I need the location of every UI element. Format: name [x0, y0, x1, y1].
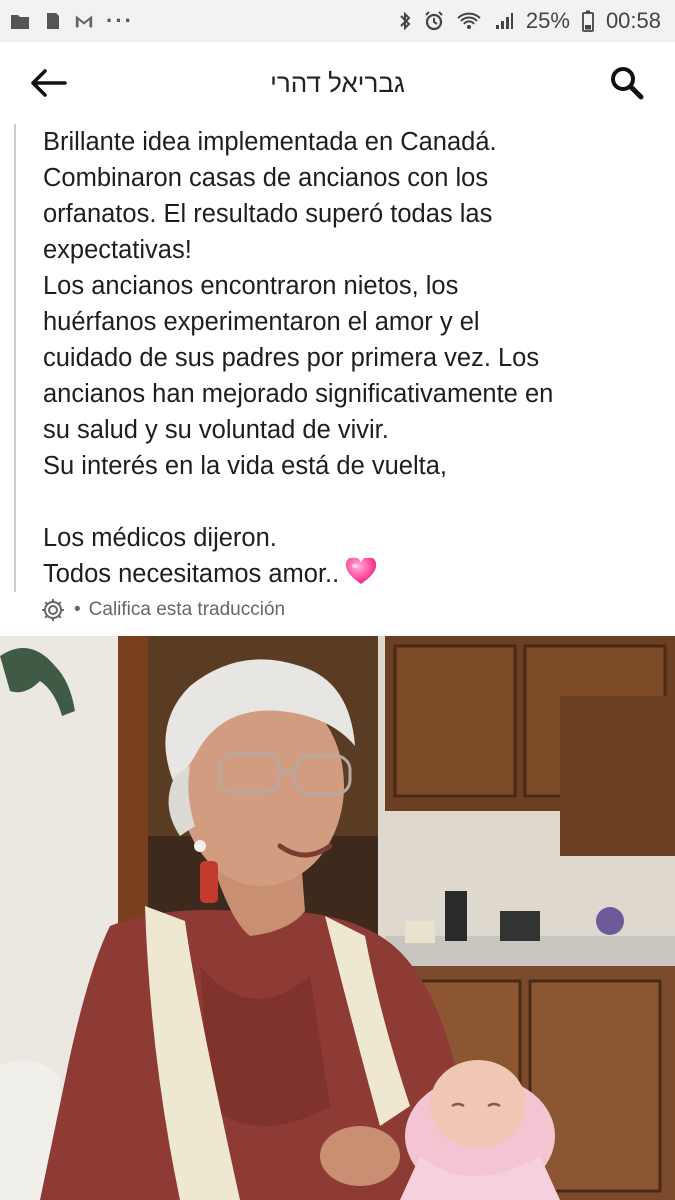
separator-dot: •: [74, 599, 81, 620]
pink-heart-emoji: [346, 558, 377, 584]
page-title: גבריאל דהרי: [270, 67, 405, 98]
sd-card-icon: [47, 13, 59, 29]
status-bar: ··· 25% 00:58: [0, 0, 675, 42]
rate-translation-link[interactable]: Califica esta traducción: [89, 599, 285, 621]
wifi-icon: [457, 12, 481, 29]
battery-icon: [582, 10, 594, 32]
battery-percent: 25%: [525, 8, 570, 33]
clock: 00:58: [605, 8, 661, 33]
status-bar-right: 25% 00:58: [398, 8, 661, 34]
arrow-left-icon: [31, 69, 67, 97]
signal-icon: [495, 13, 513, 29]
bluetooth-icon: [400, 11, 411, 31]
search-button[interactable]: [605, 61, 649, 105]
post-photo[interactable]: [0, 636, 675, 1200]
alarm-icon: [425, 11, 443, 31]
search-icon: [611, 67, 644, 100]
post-text-content: Brillante idea implementada en Canadá. C…: [43, 128, 554, 588]
top-app-bar: גבריאל דהרי: [0, 42, 675, 124]
post-text: Brillante idea implementada en Canadá. C…: [43, 124, 654, 592]
more-notifications-icon: ···: [106, 8, 134, 33]
translation-rating-row: • Califica esta traducción: [40, 597, 285, 623]
back-button[interactable]: [26, 61, 70, 105]
folder-icon: [11, 15, 29, 29]
gear-icon[interactable]: [40, 597, 66, 623]
status-bar-left: ···: [10, 8, 134, 34]
gmail-icon: [75, 15, 93, 28]
post-body: Brillante idea implementada en Canadá. C…: [14, 124, 654, 592]
photo-illustration: [0, 636, 675, 1200]
